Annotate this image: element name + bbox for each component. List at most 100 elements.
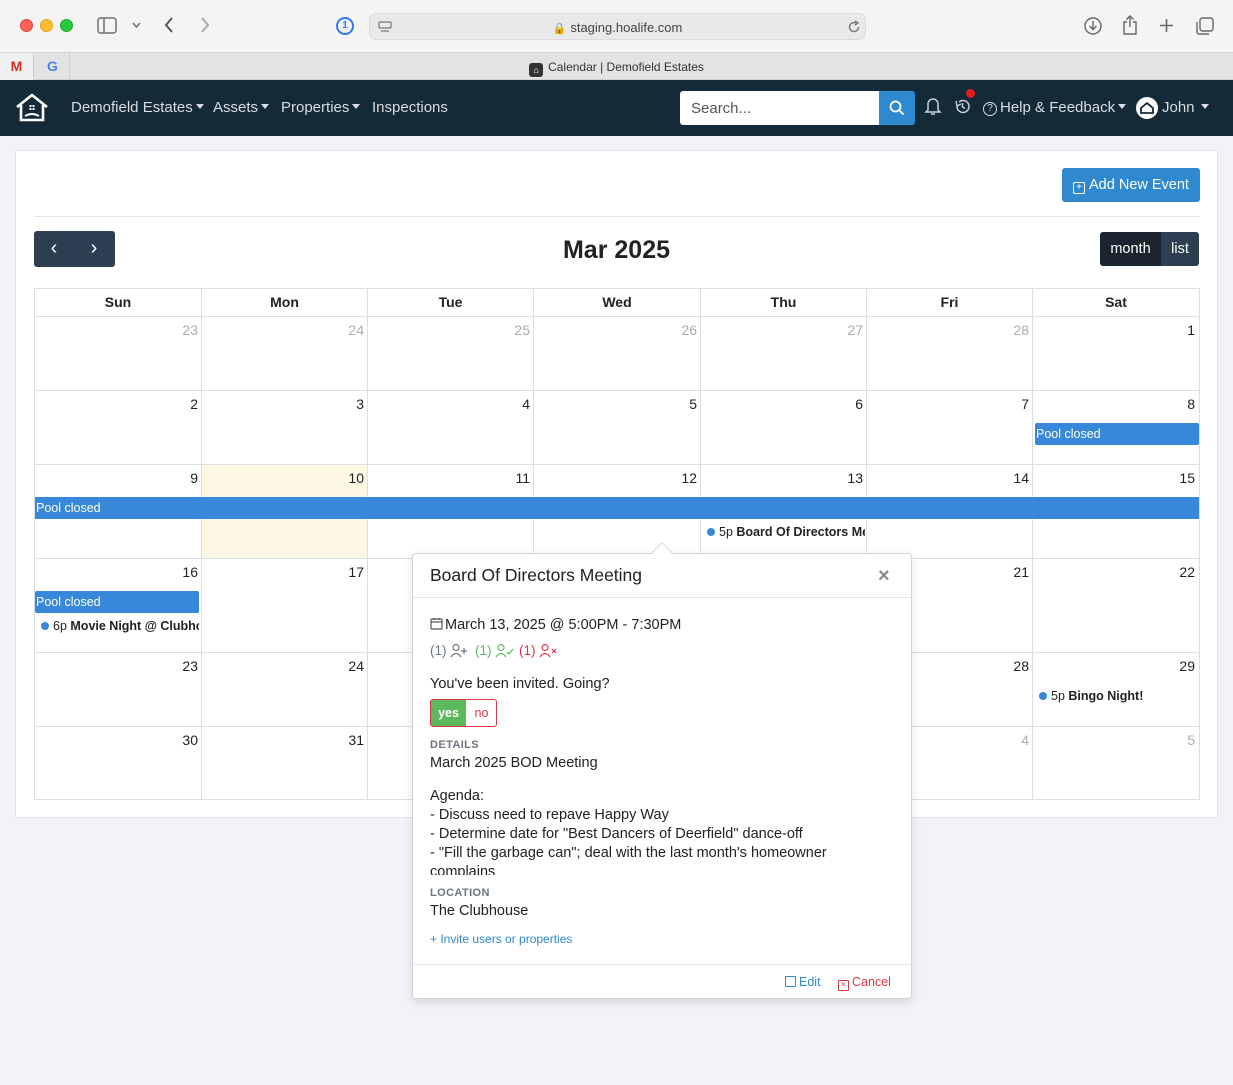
day-number[interactable]: 8 bbox=[1187, 396, 1195, 412]
going-count[interactable]: (1) bbox=[475, 643, 514, 658]
invited-count[interactable]: (1) bbox=[430, 643, 469, 658]
edit-icon bbox=[785, 976, 796, 987]
agenda-item: - "Fill the garbage can"; deal with the … bbox=[430, 845, 827, 875]
active-tab[interactable]: ⌂ Calendar | Demofield Estates bbox=[0, 60, 1233, 77]
day-number[interactable]: 21 bbox=[1013, 564, 1029, 580]
reload-icon[interactable] bbox=[847, 20, 861, 34]
hoalife-favicon-icon: ⌂ bbox=[529, 63, 544, 77]
minimize-window-button[interactable] bbox=[40, 19, 53, 32]
back-icon[interactable] bbox=[164, 17, 174, 33]
day-number[interactable]: 6 bbox=[855, 396, 863, 412]
history-icon[interactable] bbox=[954, 98, 971, 115]
nav-properties-dropdown[interactable]: Properties bbox=[281, 99, 361, 116]
weekday-header: Sat bbox=[1105, 294, 1127, 310]
tab-overview-icon[interactable] bbox=[1196, 17, 1214, 35]
nav-community-label: Demofield Estates bbox=[71, 99, 193, 116]
day-number[interactable]: 15 bbox=[1179, 470, 1195, 486]
sidebar-toggle-icon[interactable] bbox=[97, 17, 117, 34]
location-label: LOCATION bbox=[430, 887, 490, 899]
address-bar[interactable]: 🔒 staging.hoalife.com bbox=[369, 13, 866, 40]
day-number[interactable]: 4 bbox=[522, 396, 530, 412]
download-icon[interactable] bbox=[1084, 17, 1102, 35]
search-button[interactable] bbox=[879, 91, 915, 125]
event-pool-closed[interactable]: Pool closed bbox=[35, 497, 1199, 519]
forward-icon[interactable] bbox=[200, 17, 210, 33]
declined-count-value: (1) bbox=[519, 643, 536, 658]
bell-icon[interactable] bbox=[924, 96, 942, 116]
declined-count[interactable]: (1) bbox=[519, 643, 558, 658]
close-window-button[interactable] bbox=[20, 19, 33, 32]
event-title: Movie Night @ Clubhouse bbox=[70, 619, 199, 633]
user-menu-dropdown[interactable]: John bbox=[1162, 99, 1209, 116]
add-new-event-label: Add New Event bbox=[1089, 177, 1189, 193]
nav-inspections-link[interactable]: Inspections bbox=[372, 99, 448, 116]
day-number[interactable]: 24 bbox=[348, 658, 364, 674]
share-icon[interactable] bbox=[1122, 15, 1138, 35]
day-number[interactable]: 29 bbox=[1179, 658, 1195, 674]
rsvp-prompt: You've been invited. Going? bbox=[430, 676, 610, 692]
nav-community-dropdown[interactable]: Demofield Estates bbox=[71, 99, 204, 116]
close-icon[interactable]: × bbox=[878, 565, 890, 588]
cancel-event-button[interactable]: × Cancel bbox=[838, 975, 891, 991]
view-switcher: month list bbox=[1100, 232, 1199, 266]
event-movie-night[interactable]: 6p Movie Night @ Clubhouse bbox=[41, 619, 199, 633]
day-number[interactable]: 25 bbox=[514, 322, 530, 338]
day-number[interactable]: 10 bbox=[348, 470, 364, 486]
popover-title: Board Of Directors Meeting bbox=[430, 565, 643, 585]
help-feedback-dropdown[interactable]: ? Help & Feedback bbox=[983, 99, 1127, 116]
header-divider bbox=[34, 216, 1200, 217]
day-number[interactable]: 3 bbox=[356, 396, 364, 412]
event-board-meeting[interactable]: 5p Board Of Directors Meeting bbox=[707, 525, 865, 539]
day-number[interactable]: 23 bbox=[182, 322, 198, 338]
day-number[interactable]: 30 bbox=[182, 732, 198, 748]
weekday-header: Thu bbox=[701, 289, 867, 316]
day-number[interactable]: 4 bbox=[1021, 732, 1029, 748]
chevron-down-icon[interactable] bbox=[132, 22, 141, 28]
day-number[interactable]: 2 bbox=[190, 396, 198, 412]
question-circle-icon: ? bbox=[983, 102, 997, 116]
new-tab-icon[interactable] bbox=[1159, 18, 1174, 33]
day-number[interactable]: 16 bbox=[182, 564, 198, 580]
calendar-x-icon: × bbox=[838, 980, 849, 991]
list-view-button[interactable]: list bbox=[1161, 232, 1199, 266]
add-new-event-button[interactable]: + Add New Event bbox=[1062, 168, 1200, 202]
day-number[interactable]: 24 bbox=[348, 322, 364, 338]
day-number[interactable]: 28 bbox=[1013, 322, 1029, 338]
month-view-button[interactable]: month bbox=[1100, 232, 1161, 266]
user-x-icon bbox=[539, 643, 557, 658]
day-number[interactable]: 27 bbox=[847, 322, 863, 338]
day-number[interactable]: 23 bbox=[182, 658, 198, 674]
url-text: 🔒 staging.hoalife.com bbox=[370, 20, 865, 35]
day-number[interactable]: 12 bbox=[681, 470, 697, 486]
hoalife-logo-icon[interactable] bbox=[14, 92, 50, 124]
day-number[interactable]: 13 bbox=[847, 470, 863, 486]
password-manager-icon[interactable]: 1 bbox=[336, 17, 354, 35]
invite-users-link[interactable]: + Invite users or properties bbox=[430, 932, 572, 946]
day-number[interactable]: 7 bbox=[1021, 396, 1029, 412]
search-input[interactable] bbox=[680, 91, 879, 125]
day-number[interactable]: 26 bbox=[681, 322, 697, 338]
edit-event-button[interactable]: Edit bbox=[785, 975, 821, 989]
day-number[interactable]: 5 bbox=[1187, 732, 1195, 748]
event-pool-closed[interactable]: Pool closed bbox=[1035, 423, 1199, 445]
day-number[interactable]: 11 bbox=[515, 470, 530, 486]
day-number[interactable]: 1 bbox=[1187, 322, 1195, 338]
user-check-icon bbox=[495, 643, 514, 658]
event-location: The Clubhouse bbox=[430, 903, 529, 919]
event-title: Board Of Directors Meeting bbox=[736, 525, 865, 539]
zoom-window-button[interactable] bbox=[60, 19, 73, 32]
user-avatar[interactable] bbox=[1136, 97, 1158, 119]
event-bingo-night[interactable]: 5p Bingo Night! bbox=[1039, 689, 1197, 703]
url-label: staging.hoalife.com bbox=[570, 20, 683, 35]
rsvp-yes-button[interactable]: yes bbox=[431, 700, 466, 726]
day-number[interactable]: 14 bbox=[1013, 470, 1029, 486]
day-number[interactable]: 9 bbox=[190, 470, 198, 486]
day-number[interactable]: 31 bbox=[348, 732, 364, 748]
day-number[interactable]: 17 bbox=[348, 564, 364, 580]
day-number[interactable]: 22 bbox=[1179, 564, 1195, 580]
event-pool-closed[interactable]: Pool closed bbox=[35, 591, 199, 613]
day-number[interactable]: 5 bbox=[689, 396, 697, 412]
rsvp-no-button[interactable]: no bbox=[466, 700, 496, 726]
day-number[interactable]: 28 bbox=[1013, 658, 1029, 674]
nav-assets-dropdown[interactable]: Assets bbox=[213, 99, 270, 116]
